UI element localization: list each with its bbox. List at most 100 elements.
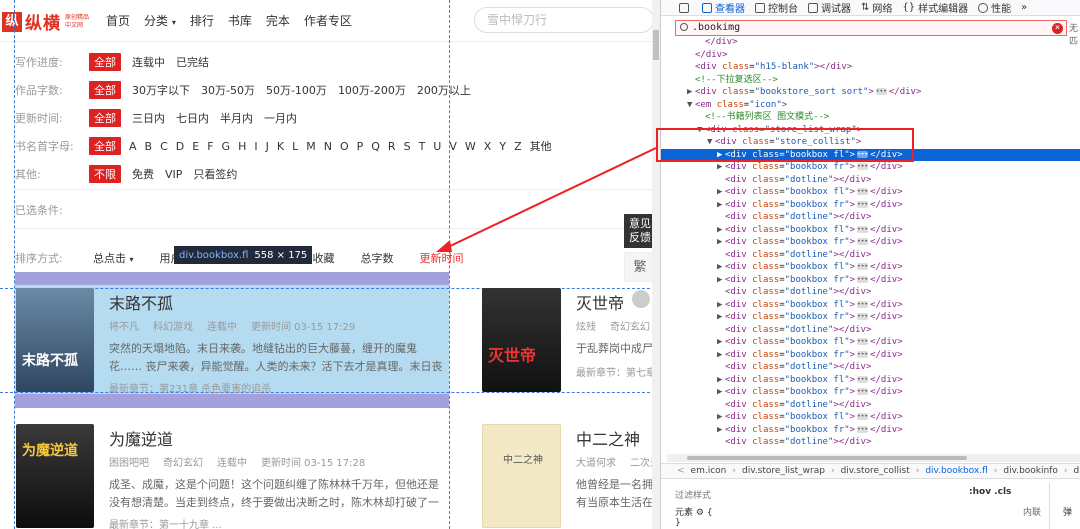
ellipsis-icon[interactable]: ••• xyxy=(875,88,887,95)
dom-tree: </div> </div> <div class="h15-blank"></div… xyxy=(661,36,1080,454)
collapsed-arrow-icon[interactable]: ▶ xyxy=(717,336,725,349)
ellipsis-icon[interactable]: ••• xyxy=(857,225,869,233)
breadcrumb-item[interactable]: div.store_collist xyxy=(841,466,910,476)
dom-node[interactable]: </div> xyxy=(661,36,1080,49)
breadcrumb-item[interactable]: div.store_list_wrap xyxy=(742,466,825,476)
element-picker-icon[interactable] xyxy=(679,2,692,13)
tab-network[interactable]: ⇅ 网络 xyxy=(861,0,892,15)
pseudo-class-toggle[interactable]: :hov .cls xyxy=(969,487,1011,497)
dom-node[interactable]: ▶ <div class="bookstore_sort sort"> ••• </d… xyxy=(661,86,1080,99)
dom-node[interactable]: ▶ <div class="bookbox fr"> ••• </div> xyxy=(661,424,1080,437)
element-rule: 元素 ⚙ { xyxy=(675,508,713,518)
dom-node[interactable]: <div class="dotline"></div> xyxy=(661,361,1080,374)
ellipsis-icon[interactable]: ••• xyxy=(857,163,869,170)
collapsed-arrow-icon[interactable]: ▶ xyxy=(717,311,725,324)
collapsed-arrow-icon[interactable]: ▶ xyxy=(717,374,725,387)
breadcrumb-item[interactable]: div.bookinfo xyxy=(1003,466,1058,476)
ellipsis-icon[interactable]: ••• xyxy=(857,300,869,308)
ellipsis-icon[interactable]: ••• xyxy=(857,188,869,195)
filter-styles-input[interactable]: 过滤样式 xyxy=(675,488,711,501)
collapsed-arrow-icon[interactable]: ▶ xyxy=(717,386,725,399)
breadcrumb-item[interactable]: div.boo xyxy=(1074,466,1080,476)
dom-node[interactable]: ▶ <div class="bookbox fr"> ••• </div> xyxy=(661,199,1080,212)
ellipsis-icon[interactable]: ••• xyxy=(857,338,869,345)
tab-debugger[interactable]: 调试器 xyxy=(808,0,851,15)
tab-style-editor[interactable]: {} 样式编辑器 xyxy=(902,0,968,15)
clear-search-icon[interactable]: × xyxy=(1052,23,1063,34)
dom-node[interactable]: </div> xyxy=(661,49,1080,62)
collapsed-arrow-icon[interactable]: ▶ xyxy=(717,349,725,362)
debugger-icon xyxy=(808,2,818,13)
collapsed-arrow-icon[interactable]: ▶ xyxy=(717,186,725,199)
dom-node[interactable]: ▶ <div class="bookbox fl"> ••• </div> xyxy=(661,336,1080,349)
annotation-box xyxy=(656,128,914,162)
collapsed-arrow-icon[interactable]: ▶ xyxy=(717,274,725,287)
console-icon xyxy=(755,2,765,13)
dom-node[interactable]: ▶ <div class="bookbox fl"> ••• </div> xyxy=(661,411,1080,424)
dom-node[interactable]: ▶ <div class="bookbox fr"> ••• </div> xyxy=(661,311,1080,324)
dom-node[interactable]: ▶ <div class="bookbox fr"> ••• </div> xyxy=(661,161,1080,174)
collapsed-arrow-icon[interactable]: ▶ xyxy=(717,299,725,312)
search-icon xyxy=(680,23,688,31)
dom-node[interactable]: ▶ <div class="bookbox fr"> ••• </div> xyxy=(661,236,1080,249)
collapsed-arrow-icon[interactable]: ▶ xyxy=(717,424,725,437)
dom-node[interactable]: ▶ <div class="bookbox fl"> ••• </div> xyxy=(661,374,1080,387)
devtools-panel: 查看器 控制台 调试器 ⇅ 网络 {} 样式编辑器 性能 » .bookimg × … xyxy=(660,0,1080,529)
collapsed-arrow-icon[interactable]: ▶ xyxy=(717,411,725,424)
collapsed-arrow-icon[interactable]: ▶ xyxy=(717,224,725,237)
inline-label: 内联 xyxy=(1023,508,1042,518)
performance-icon xyxy=(978,2,989,13)
dom-node[interactable]: <div class="h15-blank"></div> xyxy=(661,61,1080,74)
ellipsis-icon[interactable]: ••• xyxy=(857,413,869,420)
rules-panel: 过滤样式 :hov .cls 元素 ⚙ { } 内联 弹 xyxy=(661,483,1080,529)
dom-comment-node[interactable]: <!--书籍列表区 图文模式--> xyxy=(661,111,1080,124)
dom-node[interactable]: ▶ <div class="bookbox fl"> ••• </div> xyxy=(661,261,1080,274)
dom-node[interactable]: <div class="dotline"></div> xyxy=(661,286,1080,299)
ellipsis-icon[interactable]: ••• xyxy=(857,350,869,358)
more-tabs-icon[interactable]: » xyxy=(1021,2,1027,13)
dom-breadcrumb: < em.icon › div.store_list_wrap › div.store_c… xyxy=(661,463,1080,479)
collapsed-arrow-icon[interactable]: ▶ xyxy=(717,161,725,174)
dom-node[interactable]: ▶ <div class="bookbox fl"> ••• </div> xyxy=(661,186,1080,199)
dom-node[interactable]: ▶ <div class="bookbox fr"> ••• </div> xyxy=(661,386,1080,399)
ellipsis-icon[interactable]: ••• xyxy=(857,375,869,383)
divider xyxy=(1049,483,1050,529)
ellipsis-icon[interactable]: ••• xyxy=(857,313,869,320)
breadcrumb-item[interactable]: em.icon xyxy=(691,466,727,476)
dom-node[interactable]: <div class="dotline"></div> xyxy=(661,249,1080,262)
dom-tree-hscrollbar[interactable] xyxy=(667,454,1080,462)
html-search-input[interactable]: .bookimg × xyxy=(675,20,1067,36)
scrollbar-thumb[interactable] xyxy=(687,456,967,460)
ellipsis-icon[interactable]: ••• xyxy=(857,238,869,245)
dom-node[interactable]: <div class="dotline"></div> xyxy=(661,211,1080,224)
dom-node[interactable]: ▶ <div class="bookbox fl"> ••• </div> xyxy=(661,299,1080,312)
breadcrumb-item[interactable]: div.bookbox.fl xyxy=(925,466,987,476)
dom-node[interactable]: ▶ <div class="bookbox fr"> ••• </div> xyxy=(661,349,1080,362)
ellipsis-icon[interactable]: ••• xyxy=(857,263,869,270)
dom-node[interactable]: <div class="dotline"></div> xyxy=(661,324,1080,337)
dom-comment-node[interactable]: <!--下拉复选区--> xyxy=(661,74,1080,87)
dom-node[interactable]: ▶ <div class="bookbox fr"> ••• </div> xyxy=(661,274,1080,287)
collapsed-arrow-icon[interactable]: ▶ xyxy=(717,261,725,274)
element-rule-close: } xyxy=(675,518,681,528)
braces-icon: {} xyxy=(902,2,916,13)
ellipsis-icon[interactable]: ••• xyxy=(857,425,869,433)
collapsed-arrow-icon[interactable]: ▶ xyxy=(717,236,725,249)
ellipsis-icon[interactable]: ••• xyxy=(857,388,869,395)
tab-performance[interactable]: 性能 xyxy=(978,0,1011,15)
dom-node[interactable]: ▼ <em class="icon"> xyxy=(661,99,1080,112)
expanded-arrow-icon[interactable]: ▼ xyxy=(687,99,695,112)
network-icon: ⇅ xyxy=(861,2,870,13)
tab-console[interactable]: 控制台 xyxy=(755,0,798,15)
tab-inspector[interactable]: 查看器 xyxy=(702,0,745,15)
ellipsis-icon[interactable]: ••• xyxy=(857,275,869,283)
ellipsis-icon[interactable]: ••• xyxy=(857,200,869,208)
layout-section: 弹 xyxy=(1063,508,1073,518)
dom-node[interactable]: <div class="dotline"></div> xyxy=(661,399,1080,412)
inspector-icon xyxy=(702,2,712,13)
collapsed-arrow-icon[interactable]: ▶ xyxy=(717,199,725,212)
dom-node[interactable]: <div class="dotline"></div> xyxy=(661,174,1080,187)
dom-node[interactable]: <div class="dotline"></div> xyxy=(661,436,1080,449)
collapsed-arrow-icon[interactable]: ▶ xyxy=(687,86,695,99)
dom-node[interactable]: ▶ <div class="bookbox fl"> ••• </div> xyxy=(661,224,1080,237)
